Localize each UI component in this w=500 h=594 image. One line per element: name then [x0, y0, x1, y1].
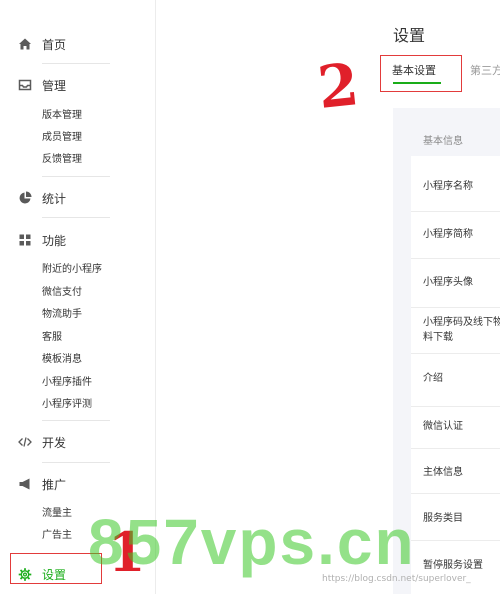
settings-list: 基本信息 小程序名称 小程序简称 小程序头像 小程序码及线下物料下载 介绍 微信…: [411, 122, 500, 594]
row-label: 暂停服务设置: [423, 560, 483, 571]
grid-icon: [18, 233, 32, 247]
row-label: 小程序名称: [423, 181, 473, 192]
sidebar-item-home[interactable]: 首页: [18, 33, 66, 55]
sidebar-item-promote[interactable]: 推广: [18, 473, 66, 495]
settings-row[interactable]: 小程序头像: [411, 259, 500, 308]
watermark: 857vps.cn: [88, 506, 416, 578]
sidebar-item-customer-service[interactable]: 客服: [42, 330, 62, 346]
settings-row[interactable]: 微信认证: [411, 407, 500, 449]
annotation-number-2: 2: [314, 50, 362, 122]
sidebar-item-wechat-pay[interactable]: 微信支付: [42, 285, 82, 301]
sidebar-item-versions[interactable]: 版本管理: [42, 108, 82, 124]
sidebar-item-evaluation[interactable]: 小程序评测: [42, 397, 92, 413]
sidebar-item-label: 开发: [42, 435, 67, 450]
row-label: 小程序头像: [423, 277, 473, 288]
code-icon: [18, 435, 32, 449]
watermark-url: https://blog.csdn.net/superlover_: [322, 574, 471, 584]
settings-row[interactable]: 小程序名称: [411, 156, 500, 212]
sidebar-item-label: 统计: [42, 191, 67, 206]
sidebar-item-label: 功能: [42, 233, 67, 248]
pie-chart-icon: [18, 191, 32, 205]
sidebar-item-plugins[interactable]: 小程序插件: [42, 375, 92, 391]
sidebar-item-traffic-host[interactable]: 流量主: [42, 506, 72, 522]
divider: [42, 420, 110, 421]
row-label: 介绍: [423, 373, 443, 384]
sidebar-item-features[interactable]: 功能: [18, 229, 66, 251]
sidebar-item-nearby[interactable]: 附近的小程序: [42, 262, 102, 278]
divider: [42, 217, 110, 218]
sidebar-item-develop[interactable]: 开发: [18, 431, 66, 453]
home-icon: [18, 37, 32, 51]
sidebar-item-label: 管理: [42, 78, 67, 93]
annotation-box-tab: [380, 55, 462, 92]
section-header: 基本信息: [411, 122, 500, 156]
settings-row[interactable]: 主体信息: [411, 449, 500, 494]
row-label: 小程序码及线下物料下载: [423, 317, 500, 343]
settings-row[interactable]: 小程序码及线下物料下载: [411, 308, 500, 354]
settings-row[interactable]: 暂停服务设置: [411, 541, 500, 594]
sidebar-item-members[interactable]: 成员管理: [42, 130, 82, 146]
divider: [42, 176, 110, 177]
page-title: 设置: [393, 26, 426, 45]
row-label: 主体信息: [423, 467, 463, 478]
sidebar-item-advertiser[interactable]: 广告主: [42, 528, 72, 544]
sidebar-item-label: 首页: [42, 37, 67, 52]
tab-third-party[interactable]: 第三方: [470, 62, 500, 78]
divider: [42, 63, 110, 64]
sidebar-item-logistics[interactable]: 物流助手: [42, 307, 82, 323]
settings-row[interactable]: 介绍: [411, 354, 500, 407]
megaphone-icon: [18, 477, 32, 491]
inbox-icon: [18, 78, 32, 92]
row-label: 小程序简称: [423, 229, 473, 240]
sidebar-item-feedback[interactable]: 反馈管理: [42, 152, 82, 168]
sidebar-item-label: 推广: [42, 477, 67, 492]
divider: [42, 462, 110, 463]
sidebar-item-template-message[interactable]: 模板消息: [42, 352, 82, 368]
sidebar-item-manage[interactable]: 管理: [18, 74, 66, 96]
section-header-label: 基本信息: [423, 136, 463, 147]
settings-row[interactable]: 小程序简称: [411, 212, 500, 259]
row-label: 服务类目: [423, 513, 463, 524]
settings-row[interactable]: 服务类目: [411, 494, 500, 541]
sidebar-item-stats[interactable]: 统计: [18, 187, 66, 209]
row-label: 微信认证: [423, 421, 463, 432]
